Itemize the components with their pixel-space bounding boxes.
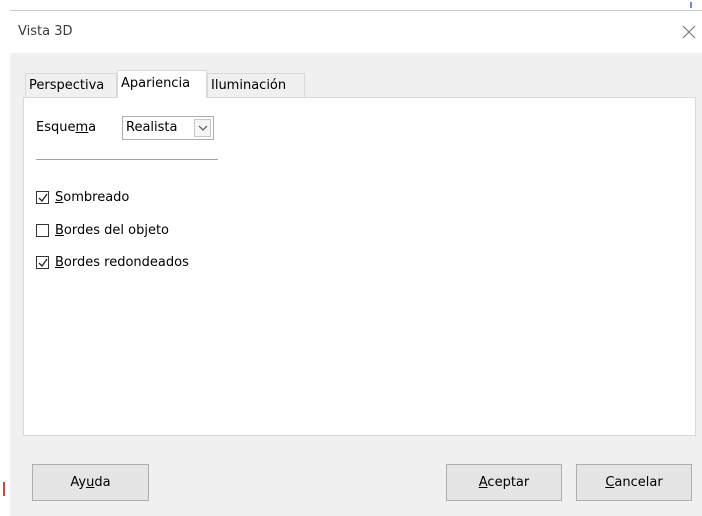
chevron-down-icon [198, 125, 208, 131]
checkmark-icon [38, 258, 48, 268]
checkbox-box[interactable] [36, 191, 49, 204]
tab-iluminacion[interactable]: Iluminación [207, 73, 305, 97]
close-button[interactable] [676, 19, 702, 45]
ok-button[interactable]: Aceptar [446, 464, 562, 501]
tab-panel-apariencia: Esquema Realista Sombreado Bordes del ob… [23, 97, 696, 436]
help-button[interactable]: Ayuda [32, 464, 149, 501]
tab-apariencia[interactable]: Apariencia [117, 70, 207, 98]
title-bar: Vista 3D [10, 11, 702, 53]
frame-accent [3, 482, 5, 496]
dialog-3d-view: Vista 3D Perspectiva Apariencia Iluminac… [10, 11, 702, 516]
dialog-title: Vista 3D [18, 24, 73, 39]
esquema-value: Realista [126, 120, 178, 135]
esquema-dropdown-button[interactable] [194, 119, 211, 137]
esquema-label: Esquema [36, 120, 97, 135]
tab-perspectiva[interactable]: Perspectiva [25, 73, 117, 97]
separator [36, 159, 218, 160]
checkbox-box[interactable] [36, 224, 49, 237]
esquema-select[interactable]: Realista [122, 116, 214, 140]
cancel-button[interactable]: Cancelar [576, 464, 692, 501]
checkbox-label: Bordes del objeto [55, 223, 170, 238]
checkmark-icon [38, 193, 48, 203]
checkbox-label: Bordes redondeados [55, 255, 189, 270]
checkbox-label: Sombreado [55, 190, 130, 205]
frame-accent [690, 2, 692, 8]
window-frame-top [0, 0, 702, 11]
close-icon [682, 25, 696, 39]
checkbox-box[interactable] [36, 256, 49, 269]
